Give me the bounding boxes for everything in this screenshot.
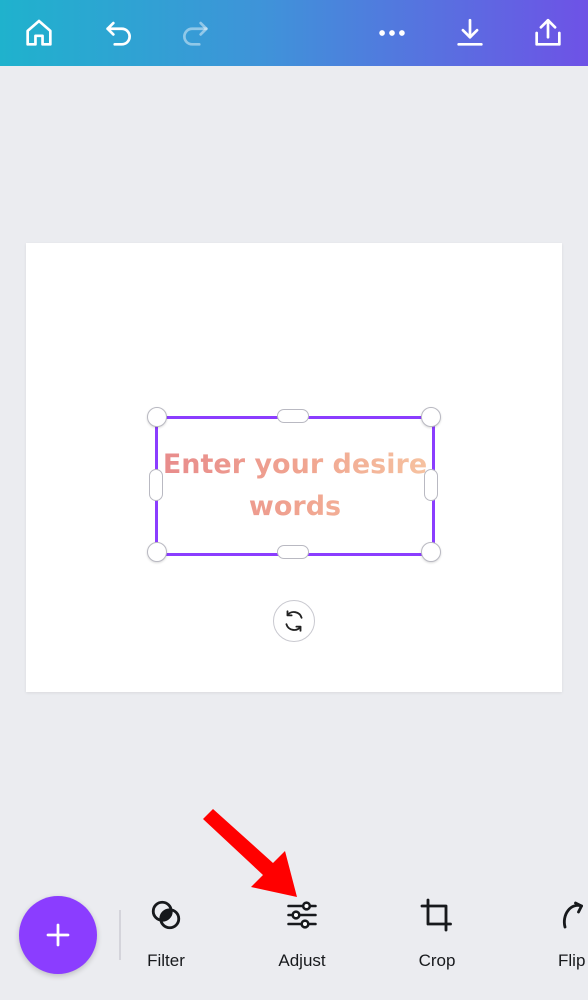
crop-label: Crop	[418, 951, 456, 970]
filter-label: Filter	[147, 951, 185, 970]
rotate-button[interactable]	[273, 600, 315, 642]
undo-icon[interactable]	[92, 6, 146, 60]
resize-handle-bottom-left[interactable]	[147, 542, 167, 562]
adjust-label: Adjust	[278, 951, 326, 970]
flip-icon	[562, 901, 583, 929]
resize-handle-bottom-right[interactable]	[421, 542, 441, 562]
selection-box	[155, 416, 435, 556]
plus-icon	[46, 923, 70, 947]
add-button[interactable]	[19, 896, 97, 974]
top-toolbar	[0, 0, 588, 66]
resize-handle-left[interactable]	[149, 469, 163, 501]
share-icon[interactable]	[521, 6, 575, 60]
resize-handle-top-left[interactable]	[147, 407, 167, 427]
flip-tool[interactable]: Flip	[534, 893, 588, 983]
resize-handle-right[interactable]	[424, 469, 438, 501]
sliders-icon	[287, 901, 317, 929]
filter-tool[interactable]: Filter	[126, 893, 206, 983]
toolbar-divider	[119, 910, 121, 960]
resize-handle-top-right[interactable]	[421, 407, 441, 427]
crop-icon	[420, 898, 452, 932]
filter-icon	[151, 900, 181, 930]
redo-icon	[168, 6, 222, 60]
flip-label: Flip	[558, 951, 586, 970]
download-icon[interactable]	[443, 6, 497, 60]
resize-handle-top[interactable]	[277, 409, 309, 423]
adjust-tool[interactable]: Adjust	[262, 893, 342, 983]
more-icon[interactable]	[365, 6, 419, 60]
rotate-icon	[285, 610, 303, 632]
home-icon[interactable]	[12, 6, 66, 60]
resize-handle-bottom[interactable]	[277, 545, 309, 559]
crop-tool[interactable]: Crop	[397, 893, 477, 983]
